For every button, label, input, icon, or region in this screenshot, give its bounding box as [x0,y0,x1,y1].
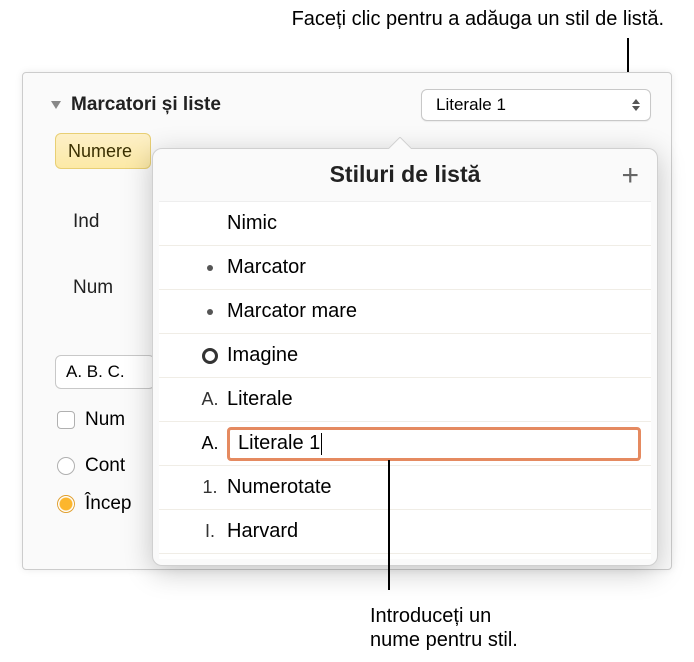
callout-bottom-line2: nume pentru stil. [370,629,518,651]
prefix-text: I. [193,521,227,542]
style-item-label: Numerotate [227,476,651,499]
format-subtype-dropdown[interactable]: Numere [55,133,151,169]
indent-label: Ind [73,211,99,233]
startfrom-radio-label: Încep [85,493,131,515]
popover-title: Stiluri de listă [153,149,657,196]
text-caret-icon [321,433,322,455]
style-item-editing[interactable]: A. Literale 1 [159,422,651,466]
callout-line-bottom [388,460,390,590]
callout-bottom-line1: Introduceți un [370,605,491,627]
list-styles-popover: Stiluri de listă + Nimic Marcator Marcat… [152,148,658,566]
format-subtype-value: Numere [68,141,132,162]
bullet-icon [193,309,227,315]
tiered-numbers-label: Num [85,409,125,431]
callout-enter-name: Introduceți un nume pentru stil. [370,604,518,652]
radio-selected-icon[interactable] [57,495,75,513]
callout-add-style: Faceți clic pentru a adăuga un stil de l… [85,8,664,31]
add-style-button[interactable]: + [621,161,639,191]
style-item-label: Nimic [227,212,651,235]
style-item-bullet[interactable]: Marcator [159,246,651,290]
tiered-numbers-checkbox-row[interactable]: Num [57,409,125,431]
style-list: Nimic Marcator Marcator mare Imagine A. … [159,201,651,559]
checkbox-icon[interactable] [57,411,75,429]
chevron-updown-icon [632,99,640,111]
prefix-text: A. [193,389,227,410]
list-style-popup-value: Literale 1 [436,95,506,115]
style-item-none[interactable]: Nimic [159,202,651,246]
style-name-input[interactable]: Literale 1 [227,427,641,461]
style-item-harvard[interactable]: I. Harvard [159,510,651,554]
continue-radio-row[interactable]: Cont [57,455,125,477]
radio-icon[interactable] [57,457,75,475]
plus-icon: + [621,159,639,192]
style-item-label: Literale [227,388,651,411]
startfrom-radio-row[interactable]: Încep [57,493,131,515]
prefix-text: 1. [193,477,227,498]
section-label: Marcatori și liste [71,94,221,116]
style-item-image[interactable]: Imagine [159,334,651,378]
style-item-label: Marcator mare [227,300,651,323]
number-label: Num [73,277,113,299]
style-item-label: Harvard [227,520,651,543]
prefix-text: A. [193,433,227,454]
style-name-input-value: Literale 1 [238,432,320,455]
continue-radio-label: Cont [85,455,125,477]
style-item-numbered[interactable]: 1. Numerotate [159,466,651,510]
section-row: Marcatori și liste Literale 1 [23,73,671,127]
list-style-popup[interactable]: Literale 1 [421,89,651,121]
number-format-dropdown[interactable]: A. B. C. [55,355,155,389]
style-item-bullet-large[interactable]: Marcator mare [159,290,651,334]
style-item-label: Imagine [227,344,651,367]
style-item-label: Marcator [227,256,651,279]
bullet-icon [193,265,227,271]
disclosure-triangle-icon[interactable] [51,101,61,109]
ring-icon [193,348,227,364]
style-item-lettered[interactable]: A. Literale [159,378,651,422]
number-format-value: A. B. C. [66,362,125,382]
popover-tail-icon [387,137,411,149]
